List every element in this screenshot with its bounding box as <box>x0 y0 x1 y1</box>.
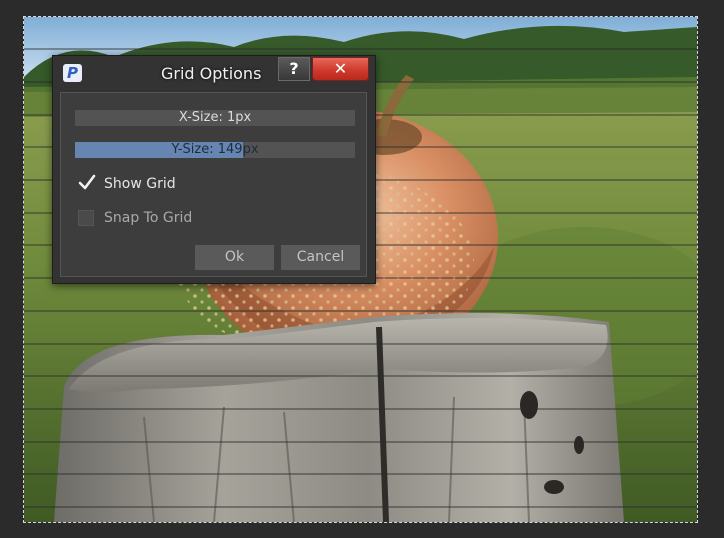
x-size-label: X-Size: 1px <box>178 110 252 125</box>
snap-to-grid-checkbox-row[interactable]: Snap To Grid <box>78 208 192 228</box>
dialog-body: X-Size: 1px Y-Size: 149px Show Grid Snap… <box>60 92 367 277</box>
cancel-button[interactable]: Cancel <box>281 245 360 270</box>
help-button[interactable]: ? <box>278 57 310 81</box>
ok-button[interactable]: Ok <box>195 245 274 270</box>
y-size-slider[interactable]: Y-Size: 149px <box>75 142 355 158</box>
close-button[interactable]: ✕ <box>312 57 369 81</box>
checkmark-icon <box>78 174 96 190</box>
show-grid-checkbox[interactable] <box>78 174 96 192</box>
app-logo-icon: P <box>63 64 82 82</box>
grid-options-dialog: P Grid Options ? ✕ X-Size: 1px Y-Size: 1… <box>52 55 376 284</box>
dialog-titlebar[interactable]: P Grid Options ? ✕ <box>53 56 375 89</box>
show-grid-checkbox-row[interactable]: Show Grid <box>78 174 176 194</box>
snap-to-grid-label: Snap To Grid <box>104 210 193 226</box>
show-grid-label: Show Grid <box>104 176 176 192</box>
snap-to-grid-checkbox[interactable] <box>78 210 94 226</box>
dialog-title: Grid Options <box>161 64 262 83</box>
y-size-label: Y-Size: 149px <box>171 142 259 157</box>
x-size-slider[interactable]: X-Size: 1px <box>75 110 355 126</box>
